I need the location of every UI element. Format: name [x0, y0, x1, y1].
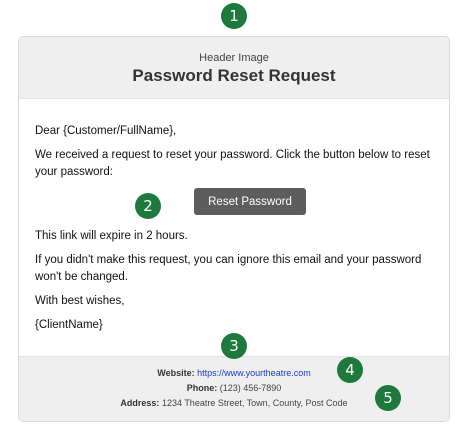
address-label: Address:: [120, 398, 160, 408]
annotation-badge-3: 3: [221, 333, 247, 359]
website-label: Website:: [157, 368, 195, 378]
annotation-badge-1: 1: [221, 3, 247, 29]
intro-text-line-1: We received a request to reset your pass…: [35, 149, 430, 161]
email-body: Dear {Customer/FullName}, We received a …: [19, 99, 449, 334]
email-header: Header Image Password Reset Request: [19, 37, 449, 99]
annotation-badge-4: 4: [337, 357, 363, 383]
annotation-badge-5: 5: [375, 385, 401, 411]
annotation-badge-2: 2: [135, 193, 161, 219]
email-preview-page: 1 Header Image Password Reset Request De…: [0, 0, 462, 442]
phone-value: (123) 456-7890: [219, 383, 282, 393]
ignore-text-line-2: won't be changed.: [35, 271, 128, 283]
signature-text: {ClientName}: [35, 319, 103, 331]
intro-text-line-2: your password:: [35, 166, 113, 178]
address-value: 1234 Theatre Street, Town, County, Post …: [161, 398, 348, 408]
reset-password-button[interactable]: Reset Password: [194, 188, 306, 215]
closing-text: With best wishes,: [35, 295, 125, 307]
greeting-text: Dear {Customer/FullName},: [35, 125, 177, 137]
website-link[interactable]: https://www.yourtheatre.com: [197, 368, 311, 378]
header-image-caption: Header Image: [199, 52, 269, 64]
expiry-text: This link will expire in 2 hours.: [35, 230, 188, 242]
email-title: Password Reset Request: [132, 66, 336, 85]
phone-label: Phone:: [186, 383, 218, 393]
email-card: Header Image Password Reset Request Dear…: [18, 36, 450, 422]
footer-website: Website: https://www.yourtheatre.com: [19, 366, 449, 381]
button-row: Reset Password: [35, 188, 433, 222]
ignore-text-line-1: If you didn't make this request, you can…: [35, 254, 422, 266]
